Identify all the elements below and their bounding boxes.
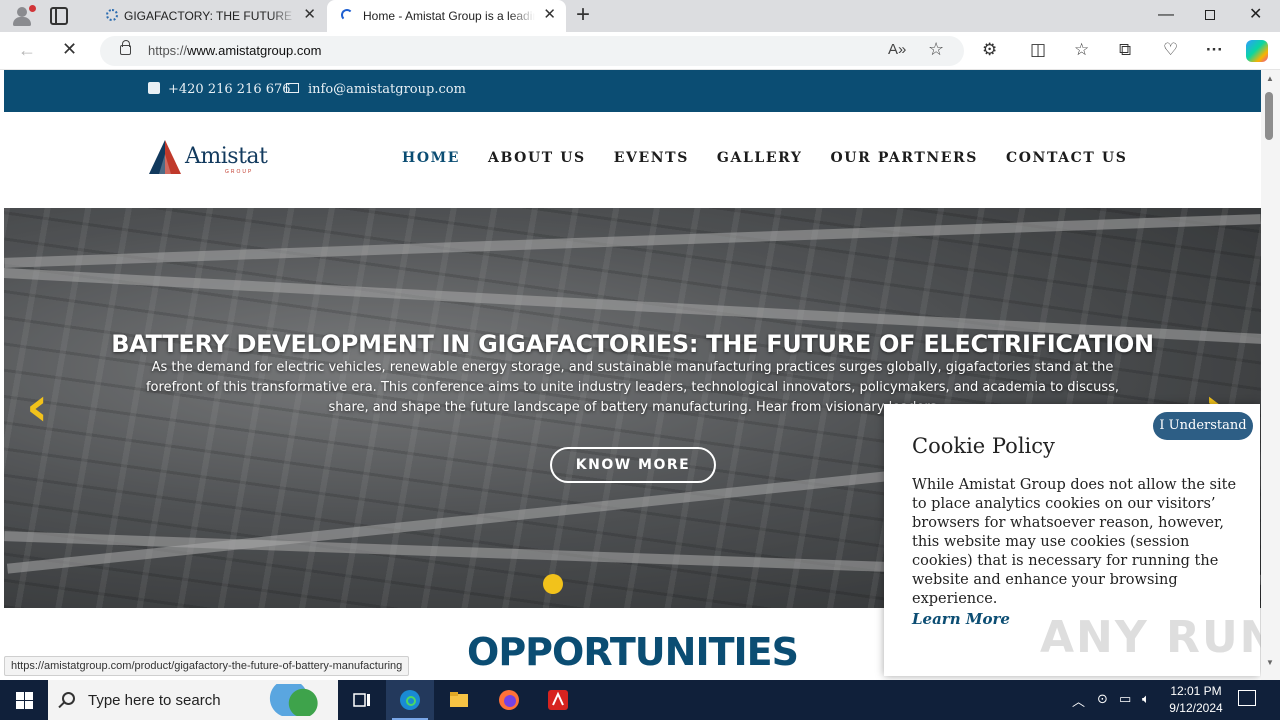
task-view-button[interactable]: [338, 680, 386, 720]
tray-overflow-icon[interactable]: ︿: [1072, 691, 1085, 710]
new-tab-button[interactable]: +: [576, 3, 590, 27]
cookie-text: While Amistat Group does not allow the s…: [912, 477, 1237, 607]
scroll-down-icon[interactable]: ▼: [1266, 658, 1274, 667]
address-bar[interactable]: https://www.amistatgroup.com A» ☆: [100, 36, 964, 66]
close-window-button[interactable]: ✕: [1249, 5, 1262, 25]
settings-menu-icon[interactable]: ···: [1206, 39, 1223, 61]
topbar-email[interactable]: info@amistatgroup.com: [286, 82, 466, 97]
notifications-icon[interactable]: [1238, 690, 1256, 706]
nav-contact-us[interactable]: CONTACT US: [1006, 150, 1127, 166]
anyrun-watermark: ANY RUN: [1040, 612, 1279, 663]
phone-icon: [148, 82, 160, 94]
search-placeholder: Type here to search: [88, 692, 221, 709]
start-button[interactable]: [0, 680, 48, 720]
profile-icon[interactable]: [10, 5, 36, 27]
know-more-button[interactable]: KNOW MORE: [550, 447, 716, 483]
slider-dot-active[interactable]: [543, 574, 563, 594]
back-button[interactable]: ←: [18, 40, 36, 61]
read-aloud-icon[interactable]: A»: [888, 41, 906, 58]
learn-more-link[interactable]: Learn More: [912, 610, 1010, 628]
firefox-icon: [499, 690, 519, 710]
edge-icon: [400, 690, 420, 710]
nav-gallery[interactable]: GALLERY: [717, 150, 803, 166]
taskbar-file-explorer[interactable]: [435, 680, 483, 720]
taskbar-firefox[interactable]: [485, 680, 533, 720]
browser-toolbar: ← ✕ https://www.amistatgroup.com A» ☆ ⚙ …: [0, 32, 1280, 70]
nav-our-partners[interactable]: OUR PARTNERS: [831, 150, 979, 166]
volume-icon[interactable]: 🔈︎: [1142, 691, 1150, 707]
nav-events[interactable]: EVENTS: [614, 150, 689, 166]
browser-essentials-icon[interactable]: ♡: [1163, 39, 1178, 61]
favorite-star-icon[interactable]: ☆: [928, 39, 944, 60]
browser-tab-bar: GIGAFACTORY: THE FUTURE OF BATTERY MANUF…: [0, 0, 1280, 32]
taskbar-edge[interactable]: [386, 680, 434, 720]
copilot-icon[interactable]: [1246, 40, 1268, 62]
taskbar-clock[interactable]: 12:01 PM 9/12/2024: [1160, 683, 1232, 717]
tab-close-icon[interactable]: ✕: [303, 7, 316, 23]
acrobat-icon: [548, 690, 568, 710]
address-url[interactable]: https://www.amistatgroup.com: [148, 43, 321, 58]
scroll-up-icon[interactable]: ▲: [1266, 74, 1274, 83]
windows-taskbar: Type here to search ︿ ⊙ ▭ 🔈︎ 12:01 PM 9/…: [0, 680, 1280, 720]
search-icon: [62, 692, 75, 705]
status-bar-url: https://amistatgroup.com/product/gigafac…: [4, 656, 410, 676]
tab-gigafactory[interactable]: GIGAFACTORY: THE FUTURE OF BATTERY MANUF…: [92, 0, 326, 32]
amistat-logo[interactable]: Amistat GROUP: [149, 138, 269, 178]
network-icon[interactable]: ▭: [1119, 691, 1131, 707]
taskbar-search[interactable]: Type here to search: [48, 680, 338, 720]
hero-title: BATTERY DEVELOPMENT IN GIGAFACTORIES: TH…: [111, 330, 1154, 358]
search-highlight-icon: [260, 684, 332, 716]
nav-about-us[interactable]: ABOUT US: [488, 150, 586, 166]
lock-icon[interactable]: [120, 40, 131, 55]
tab-actions-icon[interactable]: [50, 7, 68, 25]
topbar-phone[interactable]: +420 216 216 676: [148, 82, 291, 97]
stop-loading-button[interactable]: ✕: [62, 39, 77, 60]
taskbar-acrobat[interactable]: [534, 680, 582, 720]
tab-title: GIGAFACTORY: THE FUTURE OF BATTERY MANUF…: [124, 9, 296, 23]
defender-icon[interactable]: ⊙: [1097, 691, 1108, 707]
scrollbar-thumb[interactable]: [1265, 92, 1273, 140]
amistat-logo-mark: [149, 140, 181, 174]
contact-topbar: +420 216 216 676 info@amistatgroup.com: [4, 70, 1261, 112]
tab-amistat-home[interactable]: Home - Amistat Group is a leading ✕: [327, 0, 566, 32]
maximize-button[interactable]: [1205, 10, 1215, 20]
i-understand-button[interactable]: I Understand: [1153, 412, 1253, 440]
favorites-icon[interactable]: ☆: [1074, 39, 1089, 61]
split-screen-icon[interactable]: ◫: [1030, 39, 1046, 61]
cookie-title: Cookie Policy: [912, 434, 1055, 458]
tab-title: Home - Amistat Group is a leading: [363, 9, 535, 23]
site-header: Amistat GROUP HOME ABOUT US EVENTS GALLE…: [4, 112, 1261, 208]
folder-icon: [450, 692, 468, 707]
extensions-icon[interactable]: ⚙: [982, 39, 997, 61]
tab-close-icon[interactable]: ✕: [543, 7, 556, 23]
main-nav: HOME ABOUT US EVENTS GALLERY OUR PARTNER…: [402, 150, 1155, 166]
loading-favicon-icon: [106, 9, 118, 21]
collections-icon[interactable]: ⧉: [1119, 39, 1131, 61]
loading-spinner-icon: [341, 9, 353, 21]
minimize-button[interactable]: —: [1158, 5, 1174, 25]
slider-prev-arrow-icon[interactable]: ‹: [26, 380, 48, 434]
envelope-icon: [286, 83, 299, 93]
nav-home[interactable]: HOME: [402, 150, 460, 166]
page-scrollbar[interactable]: ▲ ▼: [1261, 70, 1280, 680]
task-view-icon: [353, 693, 370, 707]
